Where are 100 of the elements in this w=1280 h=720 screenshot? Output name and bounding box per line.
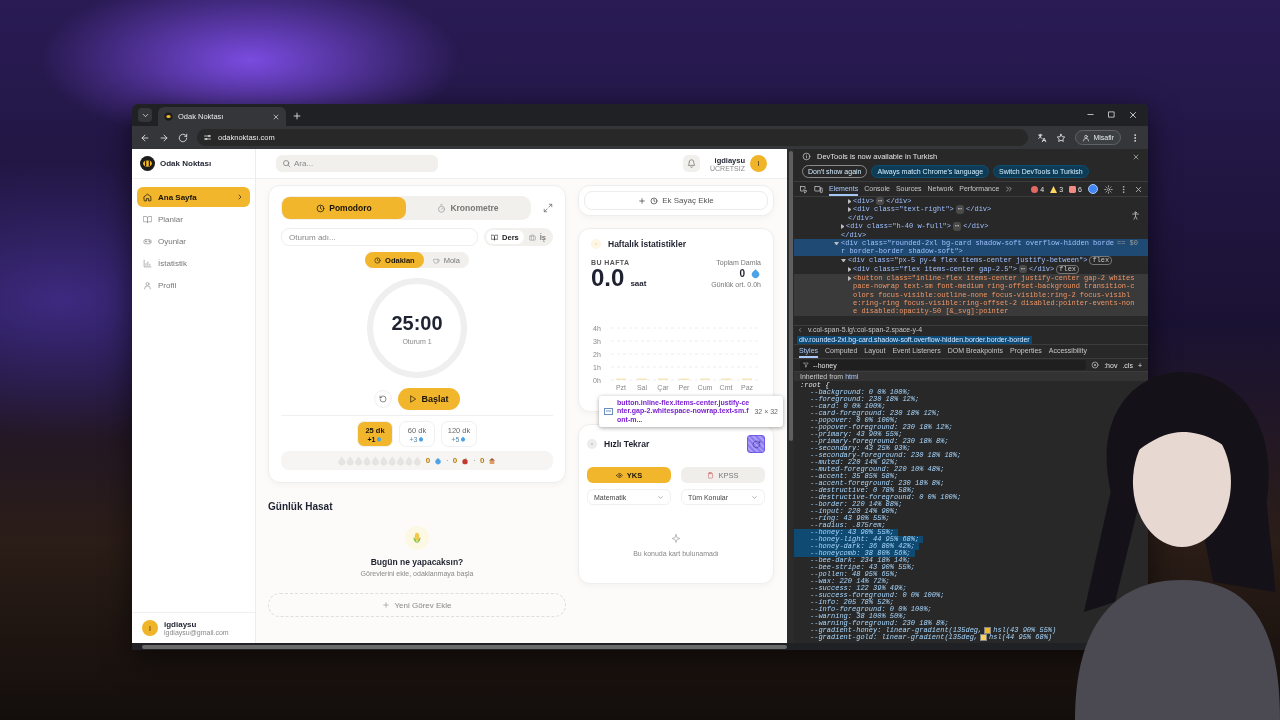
plus-icon — [382, 601, 391, 609]
chevron-down-icon — [751, 493, 758, 501]
filter-icon — [803, 362, 809, 368]
inspected-button-highlight[interactable] — [747, 435, 765, 453]
disclosure-triangle-icon[interactable] — [834, 242, 839, 246]
close-icon[interactable] — [1128, 110, 1138, 120]
tab-list-button[interactable] — [138, 108, 152, 122]
disclosure-triangle-icon[interactable] — [841, 258, 846, 262]
session-name-field[interactable]: Oturum adı... — [281, 228, 479, 246]
add-timer-button[interactable]: Ek Sayaç Ekle — [584, 191, 768, 210]
total-value: 0 — [739, 268, 745, 279]
drop-icon — [376, 436, 383, 442]
disclosure-triangle-icon[interactable] — [848, 207, 851, 213]
separator-dot: · — [446, 456, 449, 465]
color-swatch[interactable] — [980, 634, 988, 641]
cup-icon — [432, 256, 440, 264]
logo-icon — [140, 156, 155, 171]
disclosure-triangle-icon[interactable] — [848, 275, 851, 281]
forward-arrow-icon[interactable] — [159, 132, 169, 143]
home-icon — [143, 192, 152, 202]
bell-icon — [687, 159, 696, 168]
gamepad-icon — [143, 236, 152, 246]
book-icon — [143, 214, 152, 224]
more-tabs-icon[interactable] — [1005, 185, 1014, 193]
sparkle-icon — [670, 533, 682, 545]
search-field[interactable]: Ara... — [276, 155, 438, 172]
briefcase-icon — [528, 233, 536, 241]
inspect-icon[interactable] — [799, 184, 808, 194]
start-button[interactable]: Başlat — [398, 388, 460, 410]
user-name: igdiaysu — [164, 620, 198, 629]
favicon-icon — [164, 112, 173, 121]
card-title: Hızlı Tekrar — [604, 439, 650, 449]
maximize-icon[interactable] — [1107, 110, 1116, 119]
color-swatch[interactable] — [984, 627, 992, 634]
nav-item[interactable]: Oyunlar — [137, 231, 250, 251]
nav-item[interactable]: Planlar — [137, 209, 250, 229]
apple-icon — [461, 456, 470, 465]
book-icon — [491, 233, 499, 241]
close-icon[interactable] — [272, 112, 280, 121]
scrollbar[interactable] — [142, 644, 787, 649]
star-icon[interactable] — [1056, 132, 1067, 143]
mode-tab[interactable]: Pomodoro — [282, 197, 406, 219]
menu-icon[interactable] — [1119, 184, 1128, 194]
assistant-icon[interactable] — [1088, 184, 1098, 194]
warning-icon — [1050, 185, 1058, 193]
reset-button[interactable] — [374, 390, 392, 408]
notification-button[interactable] — [683, 155, 700, 172]
disclosure-triangle-icon[interactable] — [848, 198, 851, 204]
stopwatch-icon — [437, 203, 447, 213]
drop-icon — [750, 268, 761, 279]
new-tab-icon[interactable] — [292, 111, 302, 121]
close-icon[interactable] — [1132, 152, 1140, 161]
reload-icon[interactable] — [178, 132, 188, 143]
disclosure-triangle-icon[interactable] — [841, 223, 844, 229]
mode-tab[interactable]: Kronometre — [406, 197, 530, 219]
counter-value: 0 — [479, 456, 485, 465]
settings-icon[interactable] — [1104, 184, 1113, 194]
eye-icon — [615, 471, 623, 479]
clock-icon — [316, 203, 326, 213]
user-icon — [143, 280, 152, 290]
accessibility-icon[interactable] — [1131, 211, 1140, 220]
nav-item[interactable]: Profil — [137, 275, 250, 295]
sparkle-icon — [587, 439, 597, 449]
expand-icon[interactable] — [543, 203, 553, 213]
info-icon — [802, 152, 811, 161]
translate-icon[interactable] — [1037, 132, 1048, 143]
hours-value: 0.0 — [591, 266, 625, 290]
device-icon[interactable] — [814, 184, 823, 194]
clock-icon — [650, 196, 659, 205]
timer-display: 25:00 — [391, 311, 443, 335]
bar-chart-icon — [143, 258, 152, 268]
element-icon — [604, 408, 613, 416]
site-settings-icon[interactable] — [203, 133, 212, 142]
drop-icon — [418, 436, 425, 442]
play-icon — [409, 395, 418, 403]
chevron-left-icon[interactable] — [797, 327, 803, 334]
issue-icon — [1069, 185, 1077, 193]
empty-state-title: Bugün ne yapacaksın? — [370, 557, 464, 567]
bar-chart-icon — [591, 239, 601, 249]
back-arrow-icon[interactable] — [140, 132, 150, 143]
clipboard-icon — [707, 471, 715, 479]
disclosure-triangle-icon[interactable] — [848, 266, 851, 272]
counter-value: 0 — [425, 456, 431, 465]
section-title: Günlük Hasat — [268, 501, 333, 512]
scrollbar[interactable] — [788, 151, 793, 441]
nav-item[interactable]: Ana Sayfa — [137, 187, 250, 207]
nav-item[interactable]: İstatistik — [137, 253, 250, 273]
separator-dot: · — [473, 456, 476, 465]
error-icon — [1031, 185, 1039, 193]
card-title: Haftalık İstatistikler — [608, 239, 686, 249]
chevron-down-icon — [657, 493, 664, 501]
drop-icon — [434, 456, 443, 465]
drop-icon — [460, 436, 467, 442]
close-icon[interactable] — [1134, 184, 1143, 194]
clear-icon[interactable] — [1091, 361, 1100, 369]
reset-icon — [379, 395, 387, 403]
brand-name: Odak Noktası — [160, 159, 212, 168]
corn-icon — [405, 526, 429, 550]
house-icon — [488, 456, 497, 465]
counter-value: 0 — [452, 456, 458, 465]
